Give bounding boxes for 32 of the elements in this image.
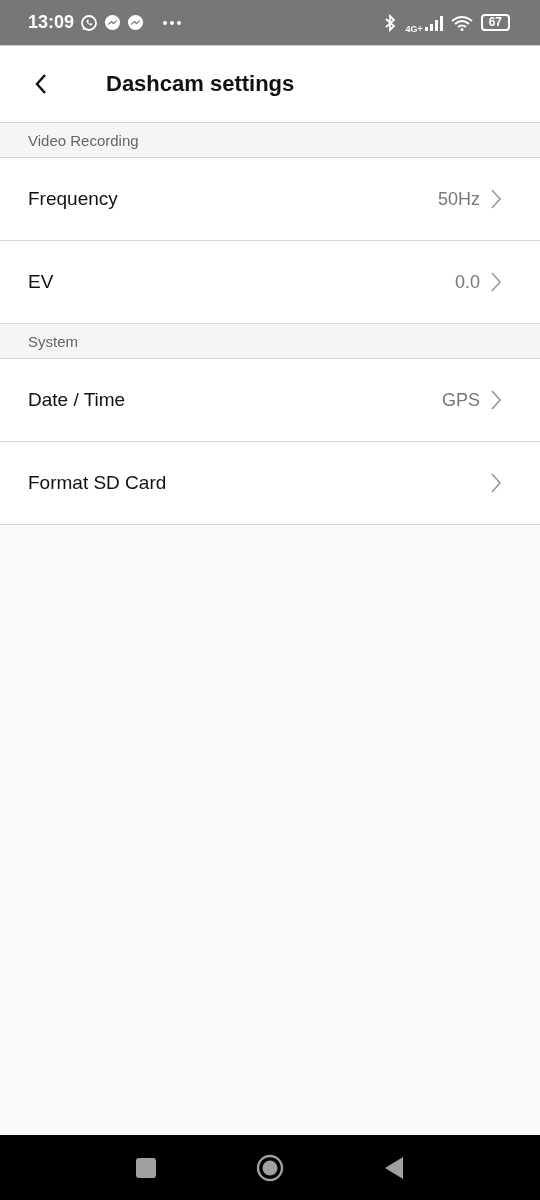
battery-indicator: 67 — [480, 14, 510, 31]
setting-value: 0.0 — [454, 271, 480, 293]
chevron-icon — [490, 188, 502, 210]
signal-icon — [424, 14, 443, 31]
setting-label: Frequency — [28, 188, 119, 210]
recents-button[interactable] — [136, 1157, 156, 1178]
bluetooth-icon — [383, 13, 398, 32]
settings-row[interactable]: Date / Time GPS — [0, 359, 540, 442]
setting-label: EV — [28, 271, 55, 293]
setting-label: Format SD Card — [28, 472, 168, 494]
messenger-icon — [127, 14, 145, 31]
chevron-icon — [490, 389, 502, 411]
setting-value: 50Hz — [437, 188, 480, 210]
chat-icon — [80, 13, 99, 32]
back-nav-button[interactable] — [384, 1155, 404, 1180]
setting-label: Date / Time — [28, 389, 127, 411]
more-icon — [162, 19, 183, 26]
section-header: System — [0, 324, 540, 359]
settings-row[interactable]: EV 0.0 — [0, 241, 540, 324]
section-header: Video Recording — [0, 123, 540, 158]
page-title: Dashcam settings — [106, 71, 295, 97]
home-button[interactable] — [256, 1153, 284, 1182]
network-type: 4G+ — [405, 23, 423, 34]
back-icon — [34, 73, 48, 95]
chevron-icon — [490, 472, 502, 494]
messenger-icon — [104, 14, 122, 31]
settings-row[interactable]: Format SD Card — [0, 442, 540, 525]
wifi-icon — [450, 14, 473, 31]
status-time: 13:09 — [28, 12, 75, 33]
settings-row[interactable]: Frequency 50Hz — [0, 158, 540, 241]
setting-value: GPS — [442, 389, 480, 411]
chevron-icon — [490, 271, 502, 293]
